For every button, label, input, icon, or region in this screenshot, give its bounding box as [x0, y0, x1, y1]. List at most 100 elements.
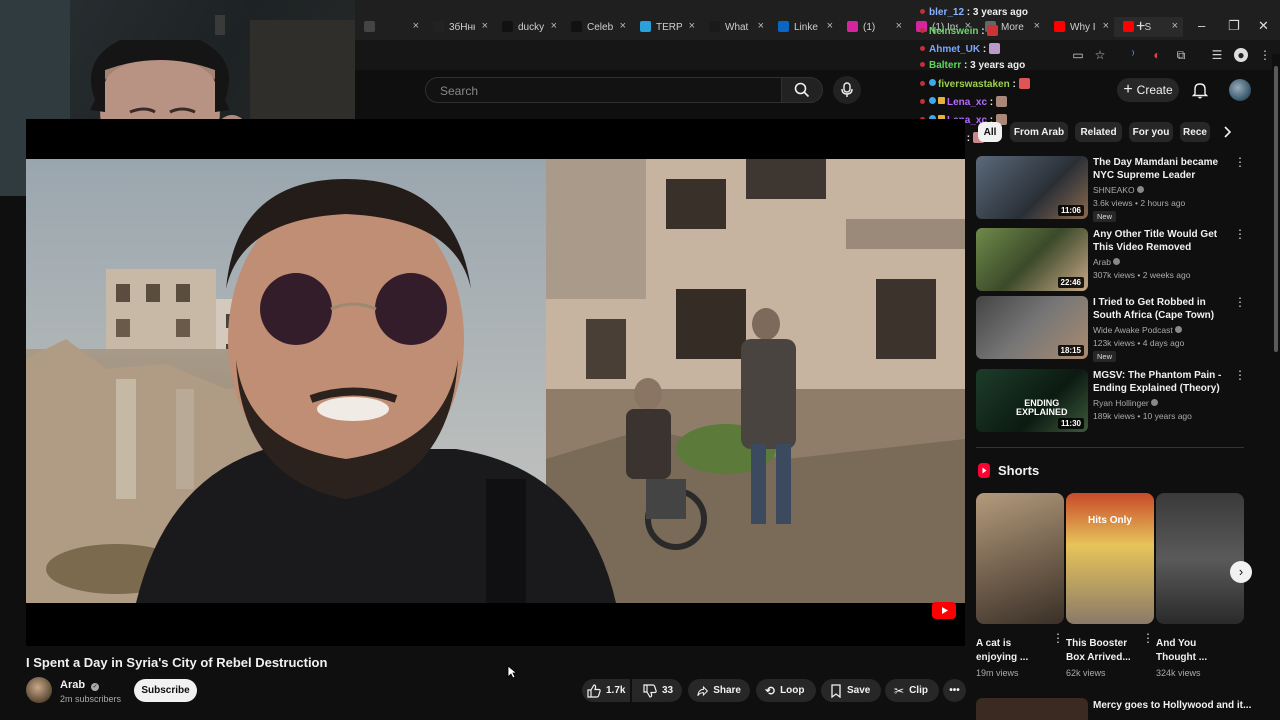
tab-search-icon[interactable]: ☰: [1210, 48, 1224, 62]
chat-separator: :: [980, 43, 990, 55]
short-thumbnail[interactable]: [1156, 493, 1244, 624]
more-vertical-icon[interactable]: ⋮: [1142, 632, 1154, 644]
browser-tab[interactable]: ducky ×: [493, 17, 562, 37]
profile-icon[interactable]: ●: [1234, 48, 1248, 62]
close-window-button[interactable]: ✕: [1258, 18, 1269, 34]
close-tab-icon[interactable]: ×: [1172, 20, 1178, 32]
recommendation-card[interactable]: 18:15 I Tried to Get Robbed in South Afri…: [976, 296, 1246, 362]
tab-title: Linke: [794, 21, 818, 33]
close-tab-icon[interactable]: ×: [758, 20, 764, 32]
short-thumbnail[interactable]: Hits Only: [1066, 493, 1154, 624]
plus-icon: +: [1123, 81, 1133, 98]
video-thumbnail[interactable]: 22:46: [976, 228, 1088, 291]
browser-tab[interactable]: I S ×: [1114, 17, 1183, 37]
chat-separator: :: [961, 60, 971, 72]
search-input[interactable]: [438, 83, 742, 99]
browser-tab[interactable]: 3бНнн ×: [424, 17, 493, 37]
loop-button[interactable]: ⟲ Loop: [756, 679, 816, 702]
more-actions-button[interactable]: •••: [943, 679, 966, 702]
video-card-title[interactable]: The Day Mamdani became NYC Supreme Leade…: [1093, 156, 1233, 182]
search-field[interactable]: [425, 77, 781, 103]
dislike-button[interactable]: 33: [632, 679, 682, 702]
close-tab-icon[interactable]: ×: [689, 20, 695, 32]
short-title[interactable]: And You Thought ...: [1156, 637, 1228, 665]
more-vertical-icon[interactable]: ⋮: [1234, 296, 1246, 308]
browser-tab[interactable]: Celeb ×: [562, 17, 631, 37]
close-tab-icon[interactable]: ×: [827, 20, 833, 32]
bookmark-star-icon[interactable]: ☆: [1093, 48, 1107, 62]
short-title[interactable]: This Booster Box Arrived...: [1066, 637, 1138, 665]
close-tab-icon[interactable]: ×: [413, 20, 419, 32]
browser-tab[interactable]: TERPL ×: [631, 17, 700, 37]
recommendation-card[interactable]: Mercy goes to Hollywood and it...: [976, 698, 1251, 720]
close-tab-icon[interactable]: ×: [1034, 20, 1040, 32]
browser-tab[interactable]: (1) ×: [838, 17, 907, 37]
page-scrollbar[interactable]: [1272, 54, 1280, 720]
tiktok-icon: [502, 21, 513, 32]
short-thumbnail[interactable]: [976, 493, 1064, 624]
notifications-bell-icon[interactable]: [1192, 81, 1208, 99]
close-tab-icon[interactable]: ×: [896, 20, 902, 32]
more-vertical-icon[interactable]: ⋮: [1234, 156, 1246, 168]
browser-tab[interactable]: ×: [355, 17, 424, 37]
recommendation-card[interactable]: ENDING EXPLAINED 11:30 MGSV: The Phantom Pa…: [976, 369, 1246, 433]
extensions-puzzle-icon[interactable]: ⧉: [1174, 48, 1188, 62]
like-button[interactable]: 1.7k: [582, 679, 630, 702]
shorts-next-button[interactable]: ›: [1230, 561, 1252, 583]
search-button[interactable]: [781, 77, 823, 103]
video-card-title[interactable]: Any Other Title Would Get This Video Rem…: [1093, 228, 1233, 254]
voice-search-button[interactable]: [833, 76, 861, 104]
browser-tab[interactable]: What ×: [700, 17, 769, 37]
filter-chip[interactable]: Rece: [1180, 122, 1210, 142]
minimize-button[interactable]: –: [1198, 18, 1205, 33]
close-tab-icon[interactable]: ×: [551, 20, 557, 32]
video-card-channel[interactable]: Ryan Hollinger: [1093, 398, 1159, 408]
close-tab-icon[interactable]: ×: [1103, 20, 1109, 32]
filter-chip[interactable]: Related: [1075, 122, 1122, 142]
linkedin-icon: [778, 21, 789, 32]
extension-icon-2[interactable]: ◐: [1150, 48, 1164, 62]
video-card-channel[interactable]: Arab: [1093, 257, 1121, 267]
close-tab-icon[interactable]: ×: [620, 20, 626, 32]
more-vertical-icon[interactable]: ⋮: [1234, 228, 1246, 240]
more-vertical-icon[interactable]: ⋮: [1052, 632, 1064, 644]
video-card-title[interactable]: I Tried to Get Robbed in South Africa (C…: [1093, 296, 1233, 322]
browser-menu-icon[interactable]: ⋮: [1258, 48, 1272, 62]
short-title[interactable]: A cat is enjoying ...: [976, 637, 1048, 665]
browser-tab[interactable]: Why I ×: [1045, 17, 1114, 37]
install-icon[interactable]: ▭: [1071, 48, 1085, 62]
bookmark-icon: [831, 683, 841, 698]
browser-tab[interactable]: Linke ×: [769, 17, 838, 37]
live-dot-icon: [920, 27, 925, 33]
close-tab-icon[interactable]: ×: [482, 20, 488, 32]
subscribe-button[interactable]: Subscribe: [134, 679, 197, 702]
filter-chip[interactable]: For you: [1129, 122, 1173, 142]
video-frame[interactable]: [26, 159, 965, 603]
clip-button[interactable]: ✂ Clip: [885, 679, 939, 702]
recommendation-card[interactable]: 11:06 The Day Mamdani became NYC Supreme …: [976, 156, 1246, 222]
maximize-button[interactable]: ❐: [1228, 18, 1240, 34]
video-thumbnail[interactable]: 11:06: [976, 156, 1088, 219]
video-thumbnail[interactable]: 18:15: [976, 296, 1088, 359]
new-tab-button[interactable]: +: [1136, 18, 1145, 36]
channel-name[interactable]: Arab ✓: [60, 679, 100, 691]
filter-chip[interactable]: From Arab: [1010, 122, 1068, 142]
account-avatar[interactable]: [1229, 79, 1251, 101]
video-thumbnail[interactable]: ENDING EXPLAINED 11:30: [976, 369, 1088, 432]
create-button[interactable]: + Create: [1117, 78, 1179, 102]
address-bar[interactable]: [355, 40, 1280, 70]
extension-icon[interactable]: ⁾: [1126, 48, 1140, 62]
filter-chip[interactable]: All: [978, 122, 1002, 142]
scrollbar-thumb[interactable]: [1274, 66, 1278, 352]
share-button[interactable]: Share: [688, 679, 750, 702]
video-card-channel[interactable]: Wide Awake Podcast: [1093, 325, 1183, 335]
video-card-title[interactable]: MGSV: The Phantom Pain - Ending Explaine…: [1093, 369, 1233, 395]
more-vertical-icon[interactable]: ⋮: [1234, 369, 1246, 381]
video-card-channel[interactable]: SHNEAKO: [1093, 185, 1144, 195]
chevron-right-icon[interactable]: [1222, 126, 1232, 138]
channel-avatar[interactable]: [26, 677, 52, 703]
video-thumbnail[interactable]: [976, 698, 1088, 720]
video-player[interactable]: [26, 119, 965, 646]
recommendation-card[interactable]: 22:46 Any Other Title Would Get This Vide…: [976, 228, 1246, 292]
save-button[interactable]: Save: [821, 679, 881, 702]
